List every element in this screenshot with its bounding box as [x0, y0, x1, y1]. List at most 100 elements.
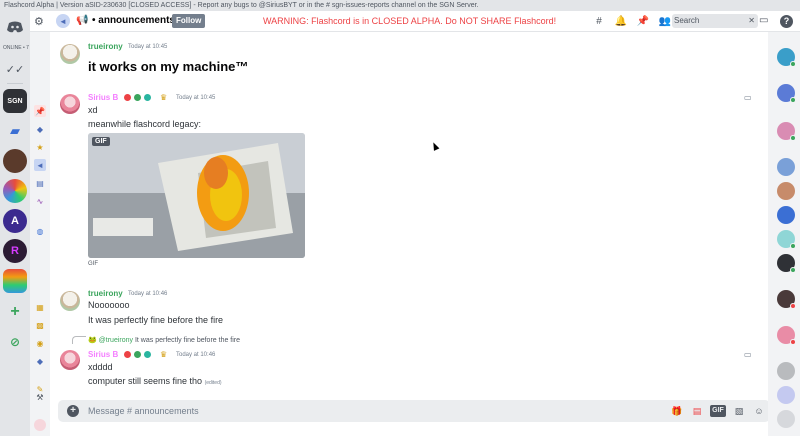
message-author[interactable]: trueirony	[88, 289, 123, 298]
message-text: Nooooooo	[88, 300, 130, 310]
reply-author[interactable]: @trueirony	[99, 337, 133, 344]
gif-badge: GIF	[92, 137, 110, 146]
user-avatar-icon[interactable]	[34, 419, 46, 431]
member-avatar[interactable]	[777, 290, 796, 309]
channel-icon-7[interactable]: ◍	[34, 225, 46, 237]
search-input[interactable]: Search ✕	[672, 14, 758, 28]
device-icon: ▭	[744, 93, 752, 102]
avatar[interactable]	[60, 94, 80, 114]
message-text: xdddd	[88, 362, 113, 372]
gif-caption: GIF	[88, 261, 98, 267]
member-avatar[interactable]	[777, 158, 795, 176]
gif-picker-button[interactable]: GIF	[710, 405, 726, 417]
message-author[interactable]: Sirius B	[88, 350, 118, 359]
avatar[interactable]	[60, 291, 80, 311]
message-text: it works on my machine™	[88, 59, 249, 74]
member-avatar[interactable]	[777, 182, 795, 200]
channel-icon-10[interactable]: ◉	[34, 337, 46, 349]
dnd-status-icon	[790, 303, 796, 309]
reply-avatar-icon: 🐸	[88, 337, 97, 344]
read-all-icon[interactable]: ✓✓	[3, 57, 27, 81]
online-status-icon	[790, 267, 796, 273]
channel-avatar-icon: ◄	[56, 14, 70, 28]
server-icon-5[interactable]	[3, 269, 27, 293]
member-avatar[interactable]	[777, 326, 796, 345]
pin-icon[interactable]: 📌	[632, 15, 654, 28]
message-text-content: computer still seems fine tho	[88, 376, 203, 386]
discord-logo-icon	[7, 21, 23, 33]
window-title: Flashcord Alpha | Version aSID-230630 [C…	[0, 0, 800, 11]
avatar[interactable]	[60, 44, 80, 64]
gear-icon[interactable]: ⚙	[34, 15, 44, 28]
message-composer[interactable]: + Message # announcements 🎁 ▤ GIF ▧ ☺	[58, 400, 770, 422]
badge-icon	[124, 351, 131, 358]
channel-icon-announcements[interactable]: ◄	[34, 159, 46, 171]
megaphone-icon: 📢	[76, 15, 89, 26]
message-text: computer still seems fine tho (edited)	[88, 376, 222, 386]
threads-icon[interactable]: #	[588, 15, 610, 28]
server-icon-3[interactable]: A	[3, 209, 27, 233]
message-timestamp: Today at 10:46	[176, 352, 216, 358]
add-server-icon[interactable]: +	[3, 300, 27, 324]
badge-icon	[134, 94, 141, 101]
server-icon-2[interactable]	[3, 179, 27, 203]
member-avatar[interactable]	[777, 84, 796, 103]
reply-excerpt: It was perfectly fine before the fire	[134, 337, 241, 344]
tools-icon[interactable]: ⚒	[34, 391, 46, 403]
dnd-status-icon	[790, 339, 796, 345]
gif-embed[interactable]: GIF	[88, 133, 305, 258]
help-icon[interactable]: ?	[780, 15, 793, 28]
server-icon-4[interactable]: R	[3, 239, 27, 263]
server-icon-1[interactable]	[3, 149, 27, 173]
crown-icon: ♛	[160, 350, 168, 359]
message-list: trueirony Today at 10:45 it works on my …	[50, 32, 768, 396]
gift-icon[interactable]: 🎁	[670, 405, 684, 417]
channel-icon-2[interactable]: ◆	[34, 123, 46, 135]
message-text: xd	[88, 105, 98, 115]
follow-button[interactable]: Follow	[172, 14, 206, 28]
burning-computer-image	[88, 133, 305, 258]
message-author[interactable]: trueirony	[88, 42, 123, 51]
explore-servers-icon[interactable]: ⊘	[3, 330, 27, 354]
message-text: meanwhile flashcord legacy:	[88, 119, 202, 129]
server-icon-sgn[interactable]: SGN	[3, 89, 27, 113]
crown-icon: ♛	[160, 93, 168, 102]
online-status-icon	[790, 97, 796, 103]
close-icon[interactable]: ✕	[748, 14, 755, 28]
message-timestamp: Today at 10:45	[128, 44, 168, 50]
channel-icon-3[interactable]: ★	[34, 141, 46, 153]
member-avatar[interactable]	[777, 230, 796, 249]
member-avatar[interactable]	[777, 122, 796, 141]
inbox-icon[interactable]: ▭	[759, 15, 768, 26]
channel-icon-11[interactable]: ◆	[34, 355, 46, 367]
channel-icon-6[interactable]: ∿	[34, 195, 46, 207]
member-avatar[interactable]	[777, 410, 795, 428]
notifications-icon[interactable]: 🔔	[610, 15, 632, 28]
folder-icon[interactable]: ▰	[3, 119, 27, 143]
avatar[interactable]	[60, 350, 80, 370]
channel-strip: 📌 ◆ ★ ◄ ▤ ∿ ◍ ▦ ▩ ◉ ◆ ✎ ⚒	[30, 11, 50, 436]
member-list	[768, 32, 800, 436]
emoji-icon[interactable]: ☺	[752, 405, 766, 417]
channel-icon-8[interactable]: ▦	[34, 301, 46, 313]
attach-plus-icon[interactable]: +	[67, 405, 79, 417]
nitro-icon[interactable]: ▤	[690, 405, 704, 417]
badge-icon	[124, 94, 131, 101]
member-avatar[interactable]	[777, 386, 795, 404]
channel-icon-1[interactable]: 📌	[34, 105, 46, 117]
badge-icon	[134, 351, 141, 358]
channel-icon-5[interactable]: ▤	[34, 177, 46, 189]
member-avatar[interactable]	[777, 254, 796, 273]
reply-connector	[72, 336, 86, 344]
header-toolbar: # 🔔 📌 👥	[588, 15, 676, 28]
member-avatar[interactable]	[777, 206, 795, 224]
member-avatar[interactable]	[777, 362, 795, 380]
member-avatar[interactable]	[777, 48, 796, 67]
channel-icon-9[interactable]: ▩	[34, 319, 46, 331]
reply-preview[interactable]: 🐸 @trueirony It was perfectly fine befor…	[88, 336, 240, 344]
discord-home-icon[interactable]	[3, 15, 27, 39]
message-input[interactable]: Message # announcements	[88, 406, 199, 416]
sticker-icon[interactable]: ▧	[732, 405, 746, 417]
message-author[interactable]: Sirius B	[88, 93, 118, 102]
online-status-icon	[790, 135, 796, 141]
